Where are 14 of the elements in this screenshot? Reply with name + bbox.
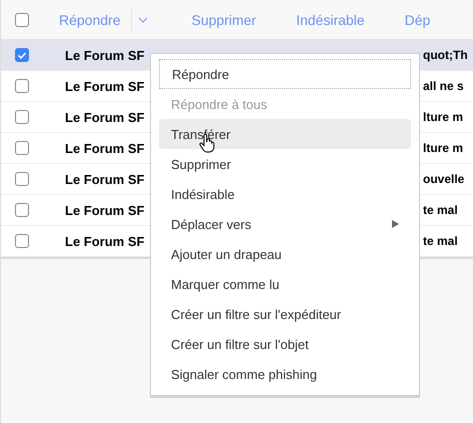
sender-text: Le Forum SF [65, 78, 146, 94]
sender-text: Le Forum SF [65, 48, 146, 62]
subject-text: lture m [423, 141, 464, 155]
subject-text: lture m [423, 110, 464, 124]
subject-text: ouvelle [423, 172, 466, 186]
sender-text: Le Forum SF [65, 110, 146, 124]
subject-text: all ne s [423, 79, 465, 93]
sender-text: Le Forum SF [65, 140, 146, 156]
subject-text: te mal [423, 234, 459, 248]
subject-text: quot;Th [423, 48, 469, 62]
subject-text: te mal [423, 203, 459, 217]
sender-text: Le Forum SF [65, 234, 146, 248]
sender-text: Le Forum SF [65, 172, 146, 186]
sender-text: Le Forum SF [65, 202, 146, 218]
